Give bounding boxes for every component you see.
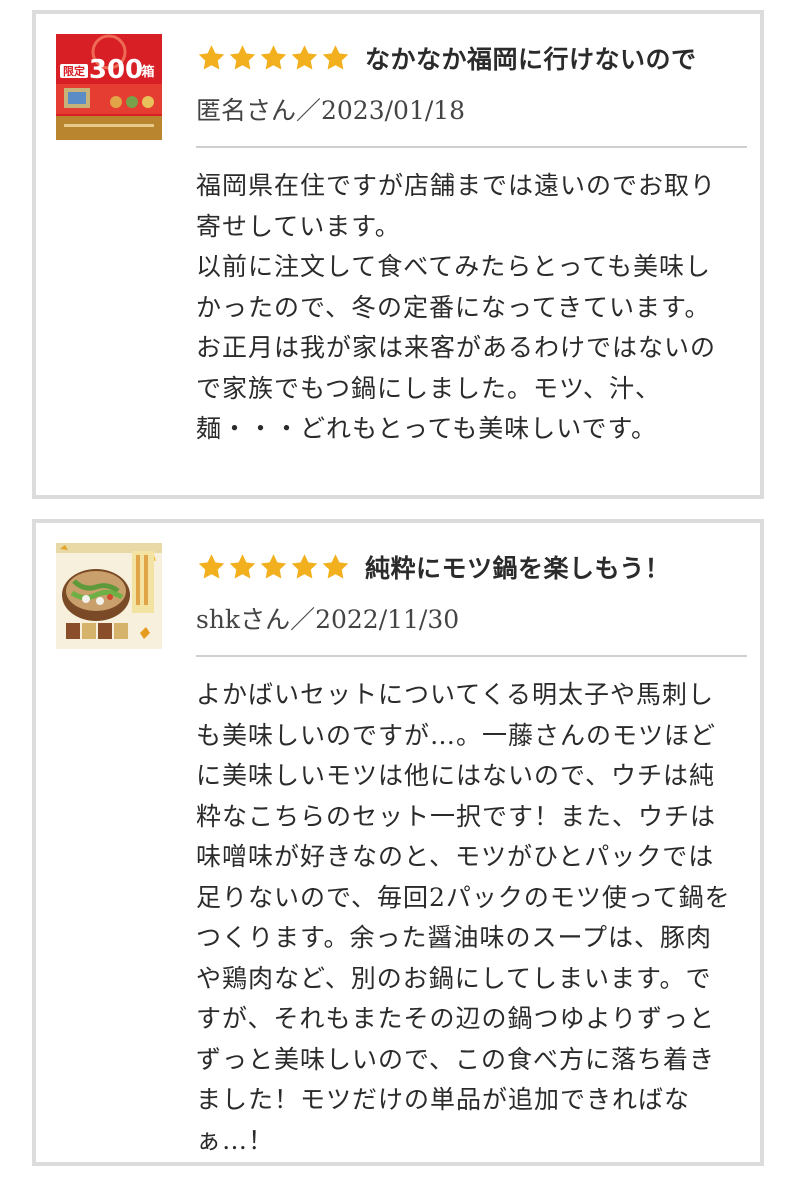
review-paragraph: よかばいセットについてくる明太子や馬刺しも美味しいのですが…。一藤さんのモツほど… — [196, 680, 731, 1155]
review-headline: 純粋にモツ鍋を楽しもう！ — [196, 545, 670, 589]
review-headline: なかなか福岡に行けないので — [196, 36, 697, 80]
star-icon — [291, 45, 318, 70]
divider — [196, 146, 747, 148]
star-icon — [260, 45, 287, 70]
star-icon — [198, 554, 225, 579]
star-icon — [198, 45, 225, 70]
star-icon — [291, 554, 318, 579]
star-icon — [229, 45, 256, 70]
star-rating — [196, 552, 351, 582]
review-body: 福岡県在住ですが店舗までは遠いのでお取り寄せしています。 以前に注文して食べてみ… — [196, 166, 736, 450]
review-card: 限定 300 箱 なかなか福岡に行けないので 匿名さん／2023/01/18 福… — [32, 10, 764, 499]
review-paragraph: 福岡県在住ですが店舗までは遠いのでお取り寄せしています。 — [196, 171, 717, 241]
star-icon — [229, 554, 256, 579]
review-author-date: shkさん／2022/11/30 — [196, 605, 460, 634]
divider — [196, 655, 747, 657]
star-icon — [322, 45, 349, 70]
product-thumbnail[interactable]: 限定 300 箱 — [56, 34, 162, 140]
review-title: なかなか福岡に行けないので — [365, 45, 697, 74]
star-icon — [260, 554, 287, 579]
review-author-date: 匿名さん／2023/01/18 — [196, 96, 466, 125]
product-thumbnail[interactable] — [56, 543, 162, 649]
badge-unit: 箱 — [141, 64, 154, 80]
review-paragraph: 以前に注文して食べてみたらとっても美味しかったので、冬の定番になってきています。… — [196, 252, 717, 443]
review-title: 純粋にモツ鍋を楽しもう！ — [365, 554, 671, 583]
badge-count: 300 — [89, 55, 143, 85]
star-rating — [196, 43, 351, 73]
review-body: よかばいセットについてくる明太子や馬刺しも美味しいのですが…。一藤さんのモツほど… — [196, 675, 736, 1161]
star-icon — [322, 554, 349, 579]
badge-label: 限定 — [63, 64, 85, 78]
review-card: 純粋にモツ鍋を楽しもう！ shkさん／2022/11/30 よかばいセットについ… — [32, 519, 764, 1166]
